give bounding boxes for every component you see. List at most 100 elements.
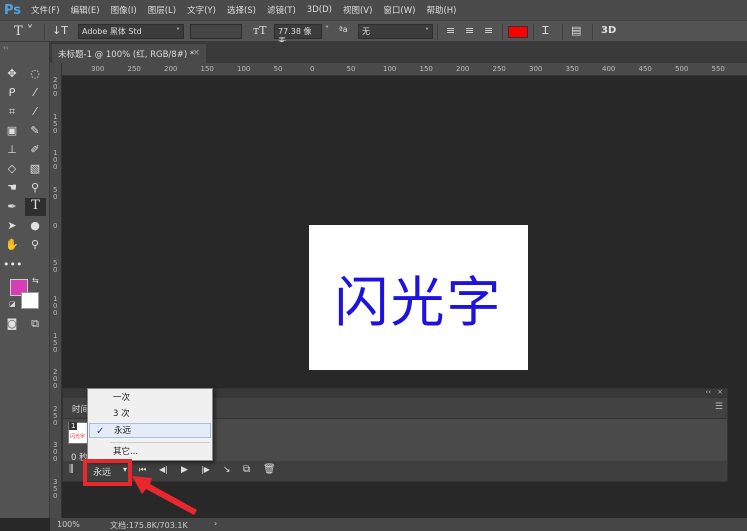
ruler-label: 50 [346, 65, 356, 73]
ruler-label: 50 [53, 258, 58, 274]
options-bar: T ˅ ↓T Adobe 黑体 Std˅ ᴛT 77.38 像素 ˅ ªa 无˅… [0, 20, 747, 46]
close-tab-icon[interactable]: × [193, 48, 200, 58]
duplicate-frame-icon[interactable]: ⧉ [243, 464, 250, 475]
menu-edit[interactable]: 编辑(E) [71, 4, 100, 16]
ruler-label: 150 [53, 112, 58, 135]
chevron-down-icon: ˅ [176, 27, 180, 36]
font-size-input[interactable]: 77.38 像素 [274, 24, 322, 46]
eraser-tool-icon[interactable]: ◇ [3, 161, 21, 177]
document-tab[interactable]: 未标题-1 @ 100% (红, RGB/8#) * × [52, 44, 206, 63]
close-panel-icon[interactable]: × [717, 388, 723, 396]
ruler-label: 100 [237, 65, 251, 73]
ruler-label: 350 [565, 65, 579, 73]
tween-icon[interactable]: ↘ [223, 465, 231, 475]
crop-tool-icon[interactable]: ⌗ [3, 104, 21, 120]
menu-item-other[interactable]: 其它... [89, 445, 211, 460]
screen-mode-icon[interactable]: ⧉ [26, 316, 44, 332]
chevron-down-icon: ˅ [425, 27, 429, 36]
menu-divider [110, 442, 210, 443]
move-tool-icon[interactable]: ✥ [3, 66, 21, 82]
menu-file[interactable]: 文件(F) [31, 4, 60, 16]
healing-brush-tool-icon[interactable]: ▣ [3, 123, 21, 139]
menu-item-forever[interactable]: ✓ 永远 [89, 423, 211, 438]
path-selection-tool-icon[interactable]: ➤ [3, 218, 21, 234]
swap-colors-icon[interactable]: ⇆ [32, 276, 39, 285]
align-left-icon[interactable]: ≡ [446, 24, 455, 37]
ruler-label: 500 [675, 65, 689, 73]
type-tool-icon[interactable]: T [25, 198, 46, 216]
collapse-icon[interactable]: ‹‹ [3, 44, 9, 52]
menu-bar: Ps 文件(F) 编辑(E) 图像(I) 图层(L) 文字(Y) 选择(S) 滤… [0, 0, 747, 20]
menu-image[interactable]: 图像(I) [111, 4, 137, 16]
ruler-label: 400 [602, 65, 616, 73]
align-right-icon[interactable]: ≡ [484, 24, 493, 37]
status-chevron-icon[interactable]: › [214, 519, 217, 528]
menu-item-3-times[interactable]: 3 次 [89, 407, 211, 422]
toggle-orientation-icon[interactable]: ↓T [52, 24, 68, 37]
history-brush-tool-icon[interactable]: ✐ [26, 142, 44, 158]
pen-tool-icon[interactable]: ✒ [3, 199, 21, 215]
ruler-label: 0 [310, 65, 315, 73]
menu-layer[interactable]: 图层(L) [148, 4, 176, 16]
tools-panel: ‹‹ ✥ ◌ ᑭ ⁄ ⌗ ⁄ ▣ ✎ ⊥ ✐ ◇ ▧ ☚ ⚲ ✒ T ➤ ● ✋… [0, 42, 50, 518]
font-family-select[interactable]: Adobe 黑体 Std ˅ [78, 24, 184, 39]
ruler-label: 200 [53, 368, 58, 390]
antialias-select[interactable]: 无 ˅ [358, 24, 433, 39]
canvas-text[interactable]: 闪光字 [335, 258, 503, 337]
smudge-tool-icon[interactable]: ☚ [3, 180, 21, 196]
ruler-label: 300 [91, 65, 105, 73]
align-center-icon[interactable]: ≡ [465, 24, 474, 37]
magic-wand-tool-icon[interactable]: ⁄ [26, 85, 44, 101]
ruler-label: 300 [529, 65, 543, 73]
delete-frame-icon[interactable]: 🗑 [263, 464, 276, 475]
character-panel-icon[interactable]: ▤ [571, 24, 581, 37]
text-color-swatch[interactable] [508, 26, 528, 38]
type-tool-preset-icon[interactable]: T ˅ [14, 24, 33, 39]
background-color-swatch[interactable] [21, 292, 39, 309]
ruler-label: 250 [127, 65, 141, 73]
ruler-label: 150 [53, 331, 58, 354]
eyedropper-tool-icon[interactable]: ⁄ [26, 104, 44, 120]
ruler-label: 150 [200, 65, 214, 73]
brush-tool-icon[interactable]: ✎ [26, 123, 44, 139]
checkmark-icon: ✓ [96, 426, 105, 437]
3d-button[interactable]: 3D [601, 25, 616, 36]
menu-help[interactable]: 帮助(H) [426, 4, 456, 16]
ruler-label: 100 [53, 295, 58, 317]
status-bar: 100% 文档:175.8K/703.1K › [50, 518, 747, 531]
more-tools-icon[interactable]: ••• [3, 257, 22, 273]
menu-item-once[interactable]: 一次 [89, 391, 211, 406]
warp-text-icon[interactable]: Ꮖ [542, 24, 549, 38]
hand-tool-icon[interactable]: ✋ [3, 237, 21, 253]
gradient-tool-icon[interactable]: ▧ [26, 161, 44, 177]
collapse-panel-icon[interactable]: ‹‹ [705, 388, 711, 396]
ruler-label: 100 [383, 65, 397, 73]
menu-3d[interactable]: 3D(D) [307, 5, 332, 15]
chevron-down-icon[interactable]: ˅ [325, 25, 329, 34]
lasso-tool-icon[interactable]: ᑭ [3, 85, 21, 101]
menu-window[interactable]: 窗口(W) [383, 4, 415, 16]
menu-type[interactable]: 文字(Y) [187, 4, 216, 16]
menu-filter[interactable]: 滤镜(T) [267, 4, 296, 16]
ruler-label: 550 [711, 65, 725, 73]
panel-menu-icon[interactable]: ☰ [715, 402, 723, 412]
convert-timeline-icon[interactable]: ⫼ [69, 464, 74, 475]
menu-view[interactable]: 视图(V) [343, 4, 372, 16]
menu-select[interactable]: 选择(S) [227, 4, 256, 16]
default-colors-icon[interactable]: ◪ [9, 300, 16, 308]
ellipse-tool-icon[interactable]: ● [26, 218, 44, 234]
dodge-tool-icon[interactable]: ⚲ [26, 180, 44, 196]
ruler-label: 450 [638, 65, 652, 73]
ruler-label: 100 [53, 149, 58, 171]
zoom-tool-icon[interactable]: ⚲ [26, 237, 44, 253]
font-size-icon: ᴛT [253, 24, 267, 37]
quick-mask-icon[interactable]: ◙ [3, 316, 21, 332]
marquee-tool-icon[interactable]: ◌ [26, 66, 44, 82]
document-canvas[interactable]: 闪光字 [309, 225, 528, 370]
stamp-tool-icon[interactable]: ⊥ [3, 142, 21, 158]
frame-number: 1 [69, 422, 78, 430]
antialias-icon: ªa [339, 25, 348, 34]
arrow-shape [132, 476, 197, 515]
zoom-level[interactable]: 100% [57, 520, 80, 529]
font-style-select[interactable] [190, 24, 242, 39]
